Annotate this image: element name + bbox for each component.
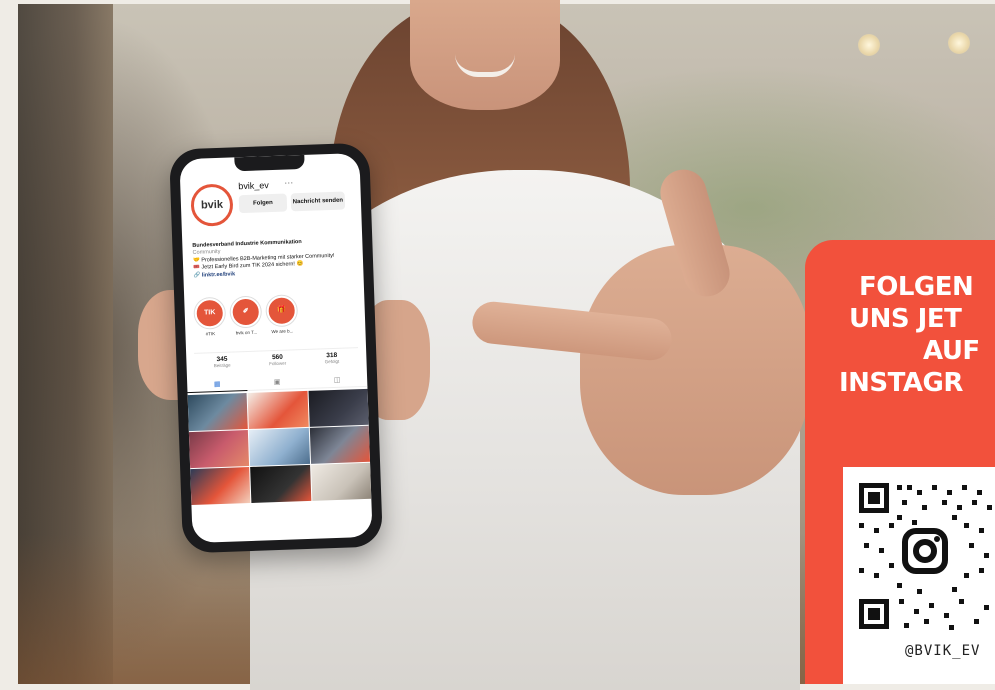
promo-headline: AUF	[923, 336, 980, 366]
stat-label: Beiträge	[213, 362, 231, 369]
post-thumbnail[interactable]	[188, 430, 250, 469]
message-button[interactable]: Nachricht senden	[290, 191, 346, 212]
phone-notch	[234, 154, 305, 172]
more-options-icon[interactable]: ···	[284, 177, 293, 187]
stat-label: Gefolgt	[324, 358, 340, 365]
highlight-circle: TIK	[194, 297, 226, 329]
tagged-icon[interactable]: ◫	[307, 374, 368, 389]
reels-icon[interactable]: ▣	[247, 376, 308, 392]
story-highlights: TIK #TIK ✐ bvik on T... 🎁 We are b...	[192, 293, 357, 341]
pen-icon: ✐	[230, 296, 262, 328]
post-thumbnail[interactable]	[247, 390, 309, 429]
promo-headline: INSTAGR	[839, 368, 963, 398]
promo-headline: FOLGEN	[859, 272, 974, 302]
post-thumbnail[interactable]	[187, 393, 249, 432]
profile-avatar[interactable]: bvik	[190, 183, 234, 227]
post-thumbnail[interactable]	[309, 425, 371, 464]
stat-label: Follower	[269, 360, 287, 367]
phone-screen: bvik bvik_ev ··· Folgen Nachricht senden…	[179, 152, 373, 544]
promo-headline: UNS JET	[849, 304, 962, 334]
stat-posts[interactable]: 345 Beiträge	[214, 356, 232, 381]
follow-button[interactable]: Folgen	[238, 193, 288, 214]
highlight-item[interactable]: 🎁 We are b...	[266, 295, 298, 335]
highlight-label: We are b...	[271, 328, 294, 335]
highlight-label: bvik on T...	[235, 329, 258, 336]
stat-followers[interactable]: 560 Follower	[269, 354, 287, 379]
post-thumbnail[interactable]	[249, 427, 310, 466]
profile-username: bvik_ev	[238, 180, 270, 192]
profile-bio: Bundesverband Industrie Kommunikation Co…	[192, 237, 355, 280]
post-thumbnail[interactable]	[310, 462, 372, 501]
post-thumbnail[interactable]	[308, 388, 369, 427]
post-grid	[187, 388, 373, 543]
smartphone: bvik bvik_ev ··· Folgen Nachricht senden…	[169, 142, 383, 554]
highlight-item[interactable]: TIK #TIK	[194, 297, 226, 337]
gift-icon: 🎁	[266, 295, 298, 327]
highlight-item[interactable]: ✐ bvik on T...	[230, 296, 262, 336]
grid-icon[interactable]: ▦	[187, 379, 248, 394]
qr-code[interactable]	[853, 479, 995, 634]
post-thumbnail[interactable]	[190, 466, 251, 506]
instagram-handle: @BVIK_EV	[905, 643, 981, 659]
stat-following[interactable]: 318 Gefolgt	[324, 352, 340, 376]
post-thumbnail[interactable]	[250, 464, 312, 503]
ceiling-lamp	[858, 34, 880, 56]
profile-header: bvik bvik_ev ··· Folgen Nachricht senden	[190, 175, 354, 233]
ceiling-lamp	[948, 32, 970, 54]
highlight-label: #TIK	[205, 331, 216, 337]
qr-code-panel: @BVIK_EV	[843, 467, 995, 684]
